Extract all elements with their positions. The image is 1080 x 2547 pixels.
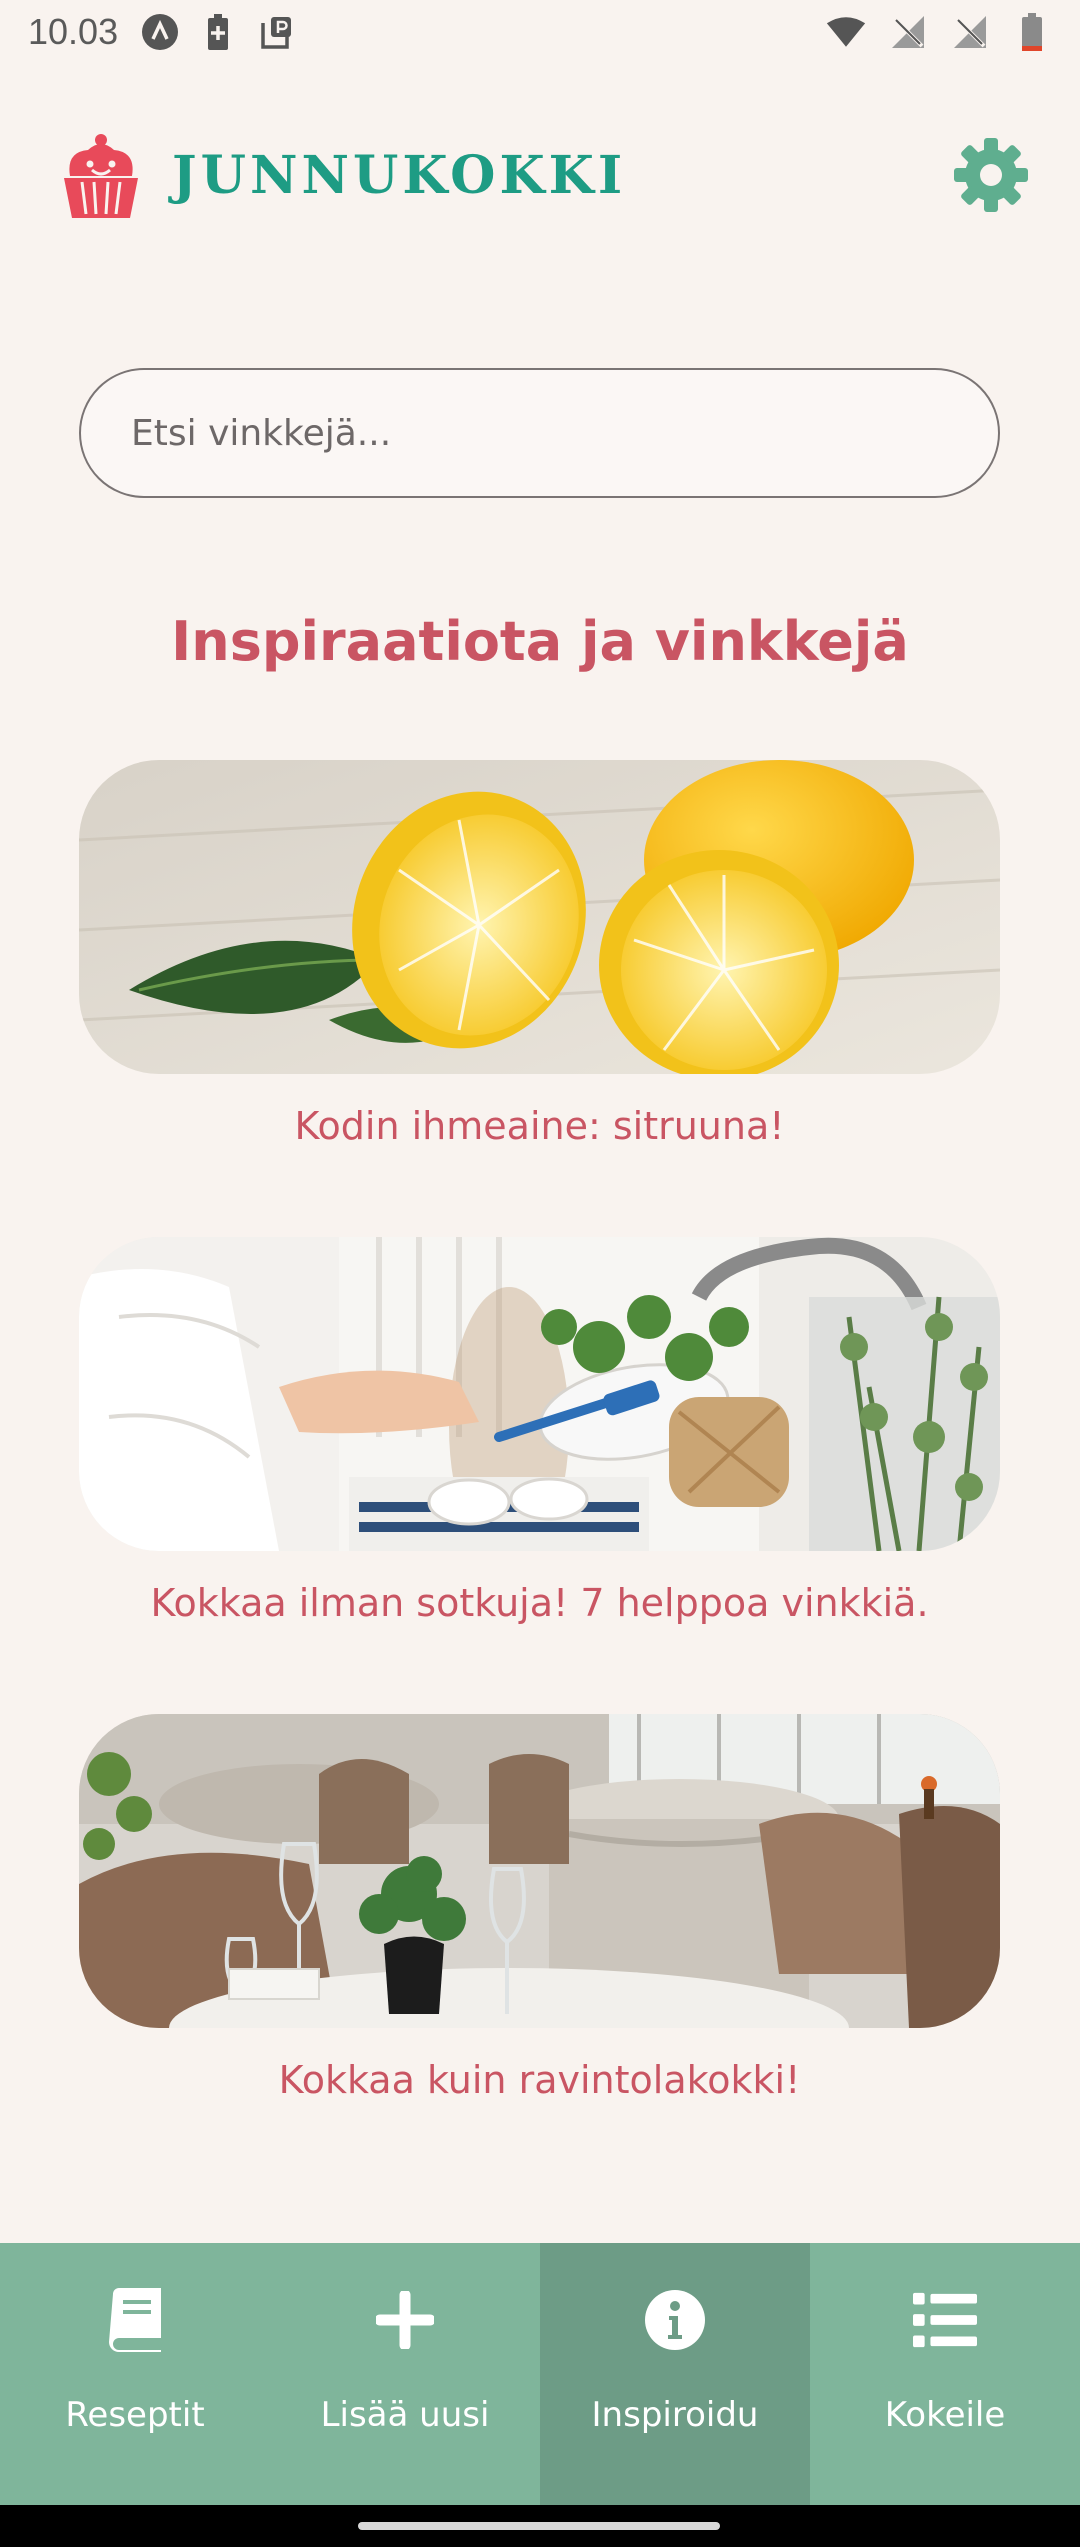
parking-icon	[256, 12, 296, 52]
battery-saver-icon	[198, 12, 238, 52]
nav-item-kokeile[interactable]: Kokeile	[810, 2243, 1080, 2505]
lemons-image[interactable]	[79, 760, 1000, 1074]
tip-card-lemon[interactable]: Kodin ihmeaine: sitruuna!	[79, 760, 1000, 1148]
status-time: 10.03	[28, 11, 119, 52]
app-header: JUNNUKOKKI	[60, 120, 1030, 230]
tip-card-caption[interactable]: Kokkaa kuin ravintolakokki!	[79, 2058, 1000, 2102]
tip-card-no-mess[interactable]: Kokkaa ilman sotkuja! 7 helppoa vinkkiä.	[79, 1237, 1000, 1625]
status-bar: 10.03	[0, 0, 1080, 64]
wifi-icon	[826, 12, 866, 52]
battery-low-icon	[1012, 12, 1052, 52]
section-title: Inspiraatiota ja vinkkejä	[171, 610, 909, 673]
nav-item-reseptit[interactable]: Reseptit	[0, 2243, 270, 2505]
plus-icon[interactable]	[373, 2285, 437, 2355]
tip-card-caption[interactable]: Kokkaa ilman sotkuja! 7 helppoa vinkkiä.	[79, 1581, 1000, 1625]
nav-label[interactable]: Reseptit	[65, 2395, 204, 2435]
no-signal-icon	[950, 12, 990, 52]
cupcake-icon	[60, 132, 142, 218]
info-icon[interactable]	[643, 2285, 707, 2355]
nav-label[interactable]: Kokeile	[885, 2395, 1006, 2435]
nav-item-lisaa-uusi[interactable]: Lisää uusi	[270, 2243, 540, 2505]
book-icon[interactable]	[103, 2285, 167, 2355]
app-title: JUNNUKOKKI	[172, 144, 627, 206]
android-icon	[140, 12, 180, 52]
list-icon[interactable]	[913, 2285, 977, 2355]
tip-card-restaurant[interactable]: Kokkaa kuin ravintolakokki!	[79, 1714, 1000, 2102]
search-input[interactable]	[131, 412, 948, 454]
bottom-nav: Reseptit Lisää uusi Inspiroidu Kokeile	[0, 2243, 1080, 2505]
settings-button[interactable]	[952, 136, 1030, 214]
dishwashing-image[interactable]	[79, 1237, 1000, 1551]
no-signal-icon	[888, 12, 928, 52]
restaurant-image[interactable]	[79, 1714, 1000, 2028]
tip-card-caption[interactable]: Kodin ihmeaine: sitruuna!	[79, 1104, 1000, 1148]
nav-label[interactable]: Inspiroidu	[592, 2395, 759, 2435]
gear-icon[interactable]	[952, 136, 1030, 214]
home-indicator[interactable]	[358, 2522, 720, 2530]
nav-item-inspiroidu[interactable]: Inspiroidu	[540, 2243, 810, 2505]
nav-label[interactable]: Lisää uusi	[321, 2395, 490, 2435]
search-box[interactable]	[79, 368, 1000, 498]
system-navigation-bar	[0, 2505, 1080, 2547]
